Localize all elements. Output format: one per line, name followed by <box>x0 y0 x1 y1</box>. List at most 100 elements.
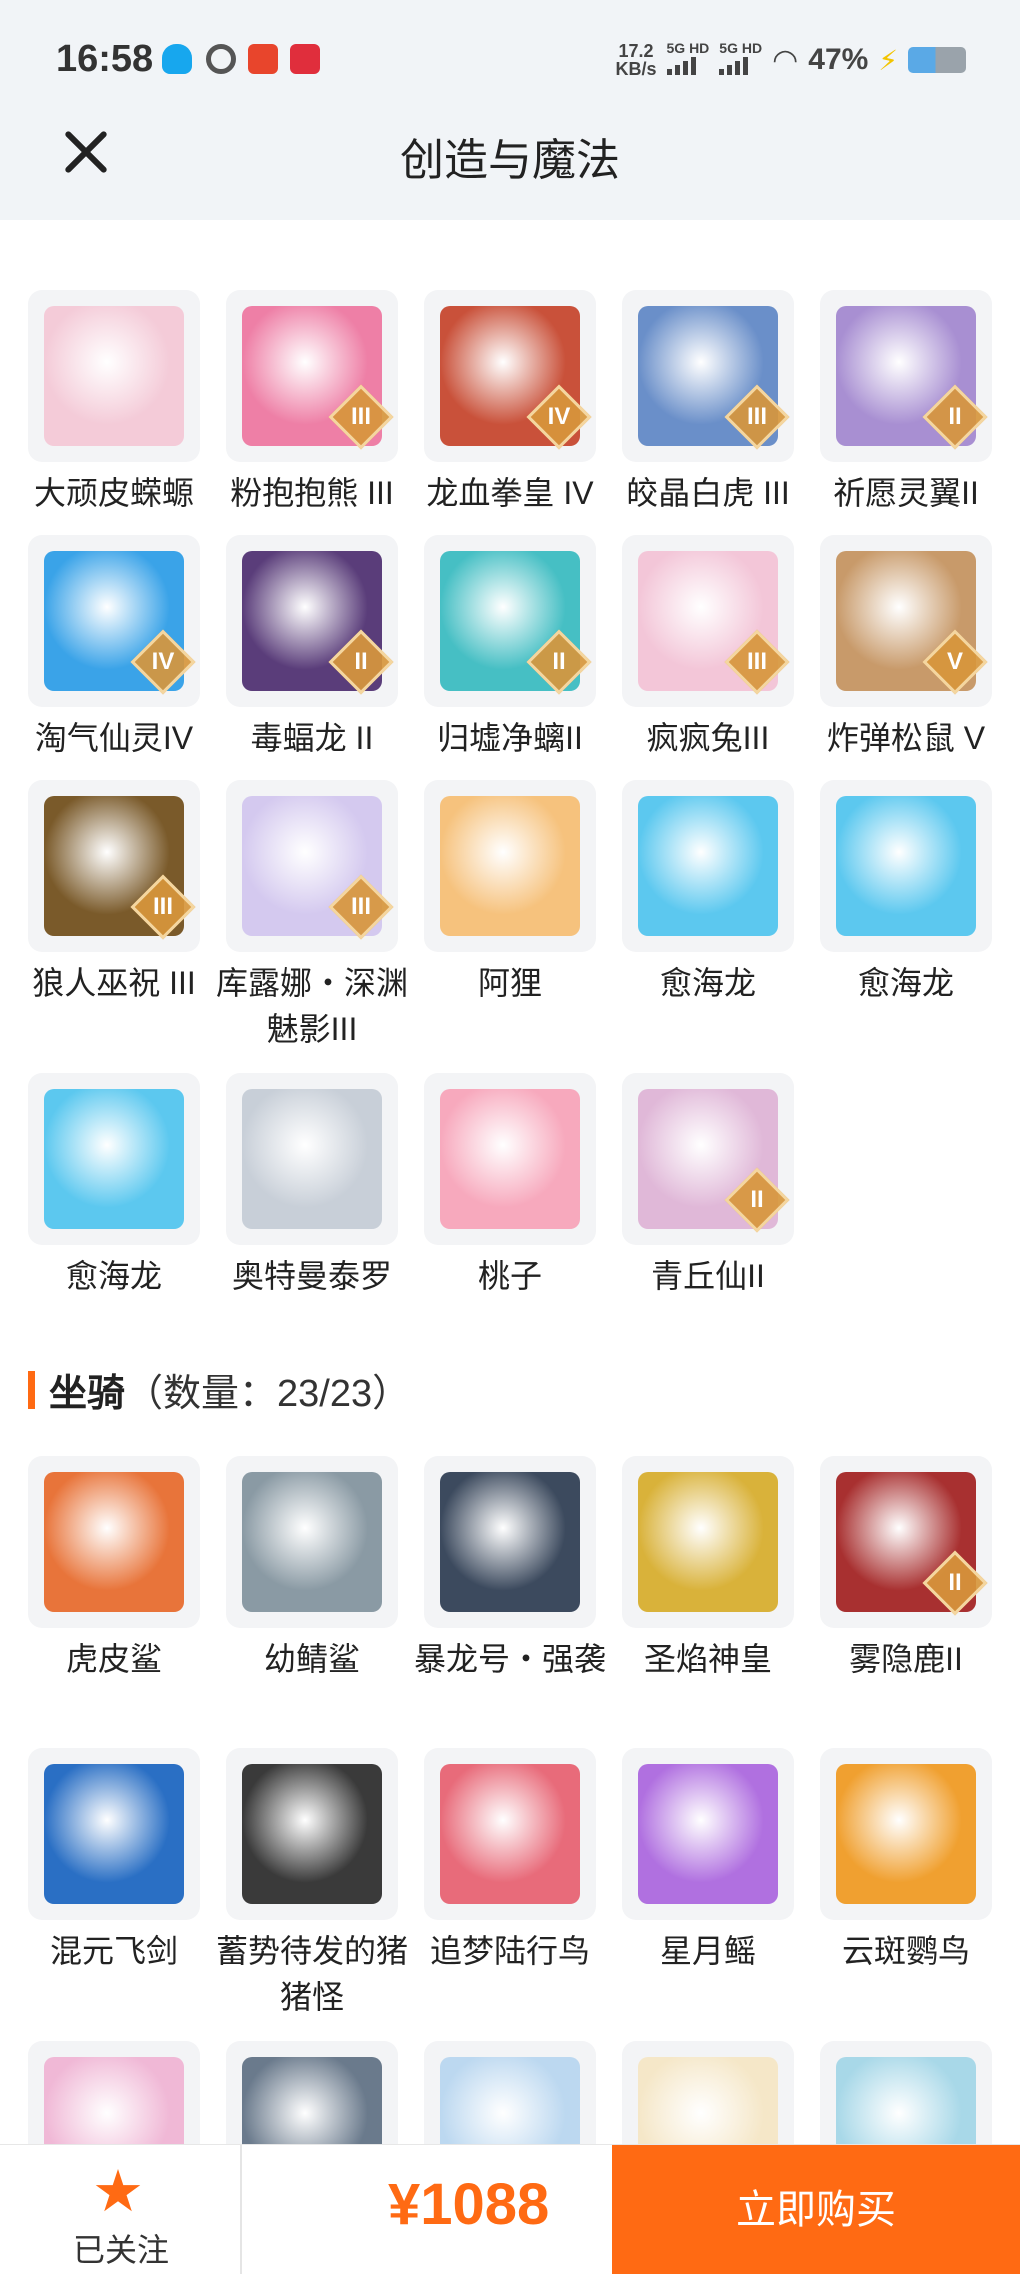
item-tile[interactable]: II 祈愿灵翼II <box>820 290 992 516</box>
item-thumbnail: II <box>226 535 398 707</box>
item-tile[interactable]: III 粉抱抱熊 III <box>226 290 398 516</box>
item-tile[interactable]: V 炸弹松鼠 V <box>820 535 992 761</box>
section-header: 坐骑 （数量：23/23） <box>28 1362 410 1417</box>
item-tile[interactable]: IV 淘气仙灵IV <box>28 535 200 761</box>
item-tile[interactable]: 星月鳐 <box>622 1748 794 1974</box>
item-thumbnail <box>622 1748 794 1920</box>
item-thumbnail <box>226 1748 398 1920</box>
item-tile[interactable]: 愈海龙 <box>28 1073 200 1299</box>
tier-badge-label: III <box>746 648 767 675</box>
item-name: 疯疯兔III <box>646 720 770 756</box>
item-image <box>836 796 976 936</box>
sim2-label: 5G HD <box>719 39 763 56</box>
tier-badge-label: II <box>750 1186 764 1213</box>
item-image <box>440 1764 580 1904</box>
item-name: 狼人巫祝 III <box>32 965 196 1001</box>
qq-notification-icon <box>162 44 192 74</box>
battery-icon <box>908 47 966 73</box>
item-image <box>638 1764 778 1904</box>
status-right: 17.2 KB/s 5G HD 5G HD ◠ 47% ⚡ <box>615 40 966 80</box>
item-image <box>44 1764 184 1904</box>
item-tile[interactable]: IV 龙血拳皇 IV <box>424 290 596 516</box>
item-tile[interactable]: III 库露娜・深渊魅影III <box>216 780 408 1052</box>
sim1-signal: 5G HD <box>666 39 710 80</box>
tier-badge-label: V <box>946 648 963 675</box>
tier-badge-label: II <box>948 403 962 430</box>
item-name: 青丘仙II <box>651 1258 765 1294</box>
item-name: 淘气仙灵IV <box>34 720 194 756</box>
item-thumbnail: II <box>622 1073 794 1245</box>
network-speed: 17.2 KB/s <box>615 42 656 78</box>
sim1-label: 5G HD <box>666 39 710 56</box>
signal-bars-icon <box>666 55 696 75</box>
item-tile[interactable]: 阿狸 <box>424 780 596 1006</box>
follow-button[interactable]: ★ 已关注 <box>0 2145 242 2274</box>
bottom-action-bar: ★ 已关注 ¥1088 立即购买 <box>0 2144 1020 2274</box>
item-thumbnail <box>820 780 992 952</box>
tier-badge-label: III <box>350 893 371 920</box>
item-tile[interactable]: 圣焰神皇 <box>622 1456 794 1682</box>
signal-bars-icon <box>719 55 749 75</box>
item-thumbnail <box>424 1748 596 1920</box>
item-image <box>440 1472 580 1612</box>
follow-label: 已关注 <box>72 2232 169 2268</box>
item-tile[interactable]: 幼鲭鲨 <box>226 1456 398 1682</box>
tier-badge-label: II <box>354 648 368 675</box>
network-speed-value: 17.2 <box>618 41 654 61</box>
buy-now-button[interactable]: 立即购买 <box>612 2145 1020 2274</box>
item-tile[interactable]: 奥特曼泰罗 <box>226 1073 398 1299</box>
item-name: 追梦陆行鸟 <box>429 1933 590 1969</box>
item-image <box>638 796 778 936</box>
item-tile[interactable]: II 归墟净螭II <box>424 535 596 761</box>
item-thumbnail: III <box>226 780 398 952</box>
battery-percent: 47% <box>808 43 869 76</box>
tier-badge-label: II <box>552 648 566 675</box>
item-thumbnail <box>226 1456 398 1628</box>
item-image <box>440 1089 580 1229</box>
item-tile[interactable]: II 毒蝠龙 II <box>226 535 398 761</box>
item-tile[interactable]: 大顽皮蝾螈 <box>28 290 200 516</box>
item-thumbnail <box>424 1456 596 1628</box>
item-thumbnail <box>28 290 200 462</box>
item-name: 雾隐鹿II <box>849 1641 963 1677</box>
item-tile[interactable]: III 疯疯兔III <box>622 535 794 761</box>
item-image <box>44 1472 184 1612</box>
item-name: 暴龙号・强袭 <box>413 1641 606 1677</box>
item-thumbnail: III <box>622 290 794 462</box>
tier-badge-label: III <box>746 403 767 430</box>
item-name: 圣焰神皇 <box>643 1641 772 1677</box>
price-label: ¥1088 <box>388 2172 550 2237</box>
item-thumbnail: III <box>28 780 200 952</box>
item-tile[interactable]: 暴龙号・强袭 <box>414 1456 606 1682</box>
item-thumbnail <box>622 780 794 952</box>
item-tile[interactable]: 愈海龙 <box>622 780 794 1006</box>
item-thumbnail <box>424 1073 596 1245</box>
item-tile[interactable]: 蓄势待发的猪猪怪 <box>216 1748 408 2020</box>
tier-badge-label: IV <box>151 648 175 675</box>
item-tile[interactable]: 虎皮鲨 <box>28 1456 200 1682</box>
item-thumbnail: II <box>424 535 596 707</box>
item-tile[interactable]: III 狼人巫祝 III <box>28 780 200 1006</box>
item-tile[interactable]: 桃子 <box>424 1073 596 1299</box>
page-title: 创造与魔法 <box>400 136 620 185</box>
section-title: 坐骑 <box>49 1373 126 1415</box>
item-tile[interactable]: 愈海龙 <box>820 780 992 1006</box>
item-thumbnail <box>622 1456 794 1628</box>
item-name: 桃子 <box>477 1258 542 1294</box>
item-tile[interactable]: II 雾隐鹿II <box>820 1456 992 1682</box>
item-name: 毒蝠龙 II <box>250 720 374 756</box>
item-image <box>638 1472 778 1612</box>
item-tile[interactable]: 云斑鹦鸟 <box>820 1748 992 1974</box>
sim2-signal: 5G HD <box>719 41 762 80</box>
item-tile[interactable]: 混元飞剑 <box>28 1748 200 1974</box>
item-name: 皎晶白虎 III <box>626 475 790 511</box>
item-image <box>242 1764 382 1904</box>
item-tile[interactable]: 追梦陆行鸟 <box>424 1748 596 1974</box>
item-tile[interactable]: II 青丘仙II <box>622 1073 794 1299</box>
wifi-icon: ◠ <box>772 43 799 77</box>
item-tile[interactable]: III 皎晶白虎 III <box>622 290 794 516</box>
item-image <box>440 796 580 936</box>
item-name: 炸弹松鼠 V <box>826 720 986 756</box>
top-bar: 16:58 17.2 KB/s 5G HD 5G HD ◠ 47% ⚡ 创造与魔… <box>0 0 1020 220</box>
item-name: 混元飞剑 <box>49 1933 178 1969</box>
